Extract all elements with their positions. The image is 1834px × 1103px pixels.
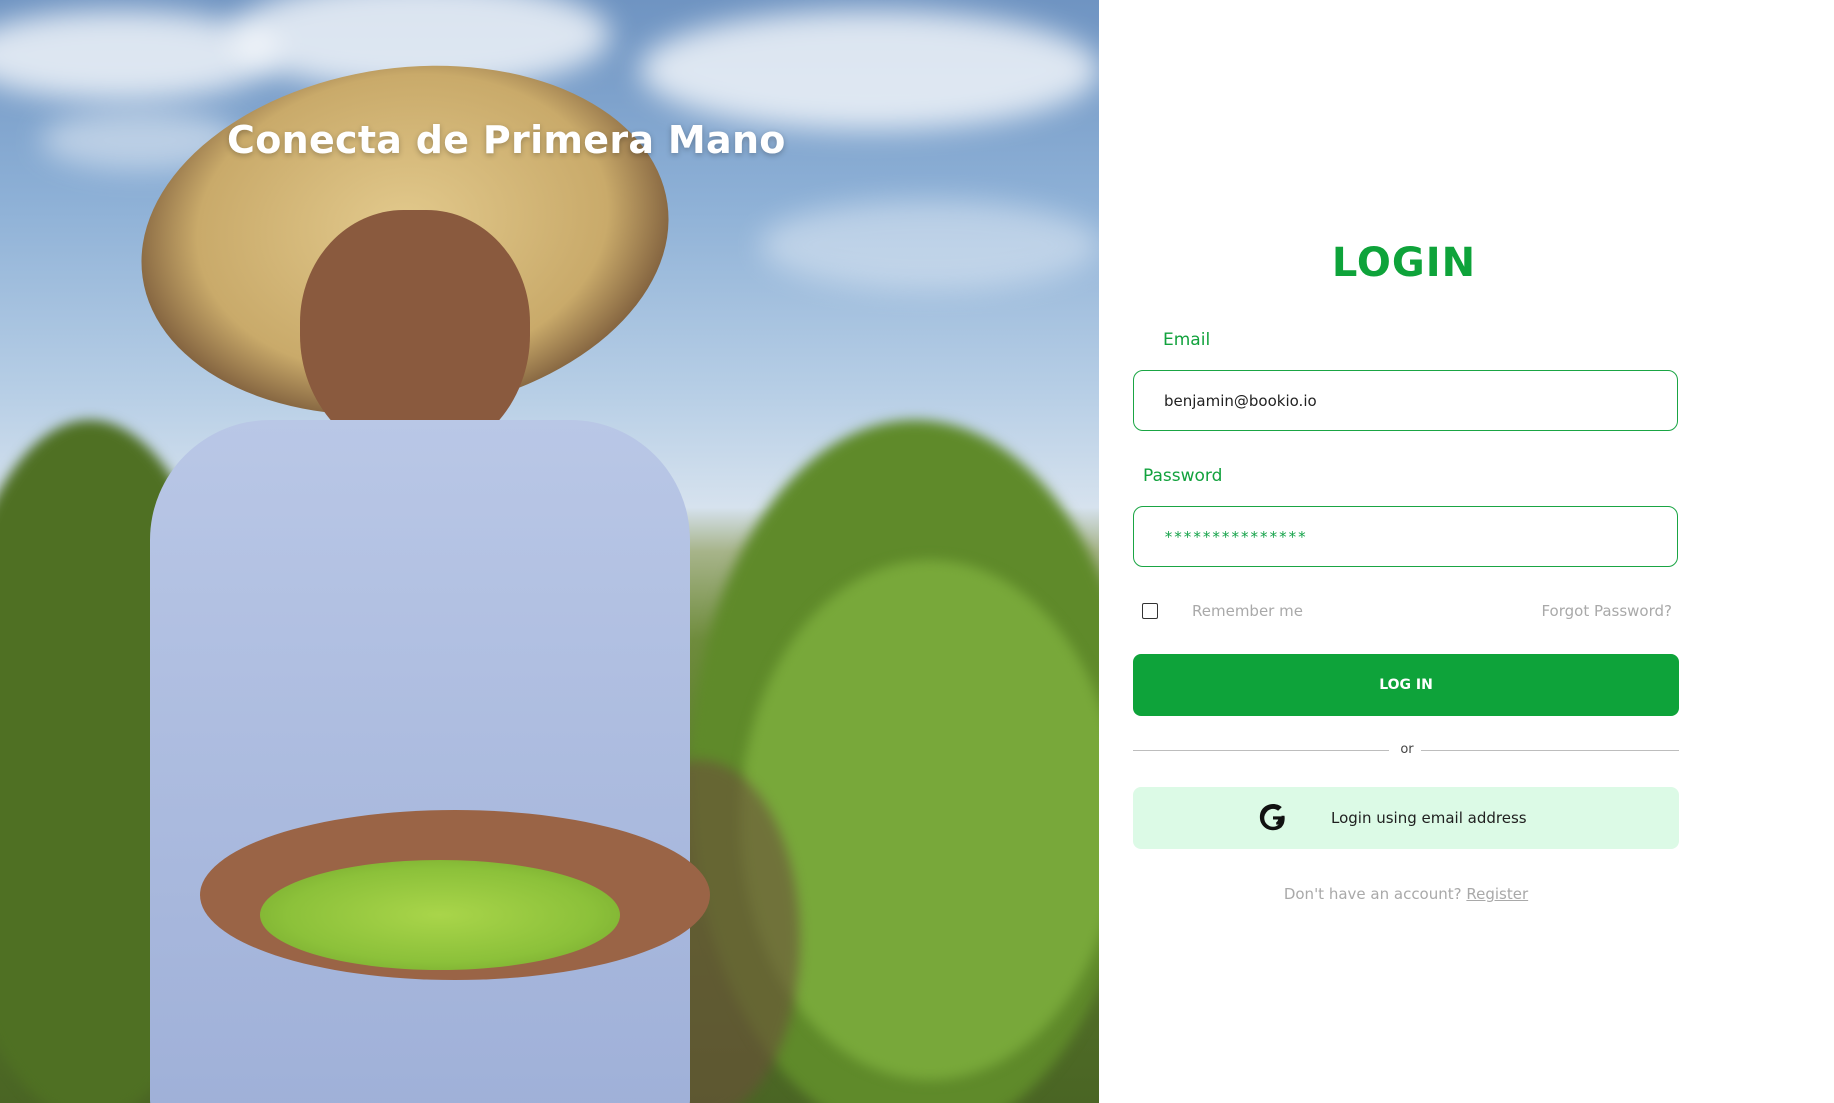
remember-checkbox[interactable] [1142, 603, 1158, 619]
shirt [150, 420, 690, 1103]
signup-row: Don't have an account? Register [1133, 885, 1679, 903]
login-panel: LOGIN Email Password *************** Rem… [1099, 0, 1834, 1103]
hero-title: Conecta de Primera Mano [227, 118, 786, 162]
forgot-password-link[interactable]: Forgot Password? [1541, 602, 1672, 620]
hero-image: Conecta de Primera Mano [0, 0, 1099, 1103]
remember-row: Remember me Forgot Password? [1142, 600, 1672, 624]
google-login-label: Login using email address [1331, 809, 1527, 827]
divider-line-left [1133, 750, 1389, 751]
password-label: Password [1143, 466, 1223, 486]
email-field-box[interactable] [1133, 370, 1678, 431]
password-field-box[interactable]: *************** [1133, 506, 1678, 567]
password-field[interactable]: *************** [1164, 528, 1307, 546]
google-g-icon [1259, 804, 1285, 831]
remember-label[interactable]: Remember me [1192, 602, 1303, 620]
or-divider: or [1133, 740, 1679, 762]
beans [260, 860, 620, 970]
login-title: LOGIN [1331, 240, 1477, 286]
email-label: Email [1163, 330, 1211, 350]
register-link[interactable]: Register [1466, 885, 1528, 903]
email-field[interactable] [1164, 391, 1677, 410]
login-button[interactable]: LOG IN [1133, 654, 1679, 716]
signup-prompt: Don't have an account? [1283, 885, 1462, 903]
divider-text: or [1400, 742, 1414, 757]
google-login-button[interactable]: Login using email address [1133, 787, 1679, 849]
divider-line-right [1421, 750, 1679, 751]
